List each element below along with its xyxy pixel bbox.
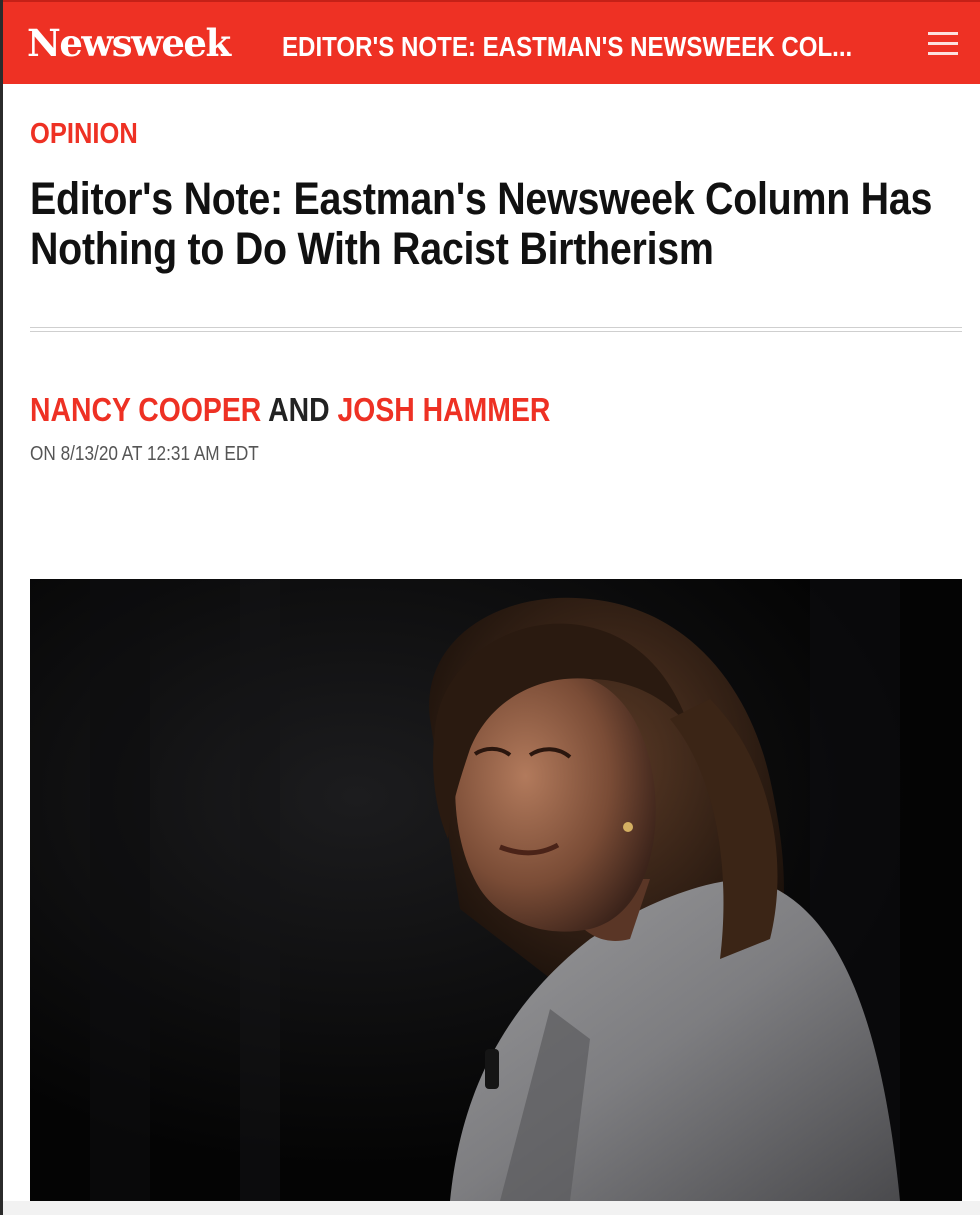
page-footer-strip bbox=[3, 1201, 980, 1215]
author-link[interactable]: NANCY COOPER bbox=[30, 391, 261, 428]
author-link[interactable]: JOSH HAMMER bbox=[338, 391, 551, 428]
article-hero-image[interactable] bbox=[30, 579, 962, 1201]
page: Newsweek EDITOR'S NOTE: EASTMAN'S NEWSWE… bbox=[0, 0, 980, 1215]
byline: NANCY COOPER AND JOSH HAMMER bbox=[30, 391, 550, 429]
hamburger-menu-icon[interactable] bbox=[928, 32, 962, 58]
publish-date: ON 8/13/20 AT 12:31 AM EDT bbox=[30, 443, 259, 465]
hero-photo-illustration bbox=[30, 579, 962, 1201]
author-joiner: AND bbox=[268, 391, 330, 428]
article-headline: Editor's Note: Eastman's Newsweek Column… bbox=[30, 173, 933, 274]
divider bbox=[30, 327, 962, 332]
newsweek-logo[interactable]: Newsweek bbox=[27, 20, 231, 66]
site-header: Newsweek EDITOR'S NOTE: EASTMAN'S NEWSWE… bbox=[3, 0, 980, 84]
section-label[interactable]: OPINION bbox=[30, 117, 138, 151]
header-article-title: EDITOR'S NOTE: EASTMAN'S NEWSWEEK COL... bbox=[282, 31, 853, 62]
